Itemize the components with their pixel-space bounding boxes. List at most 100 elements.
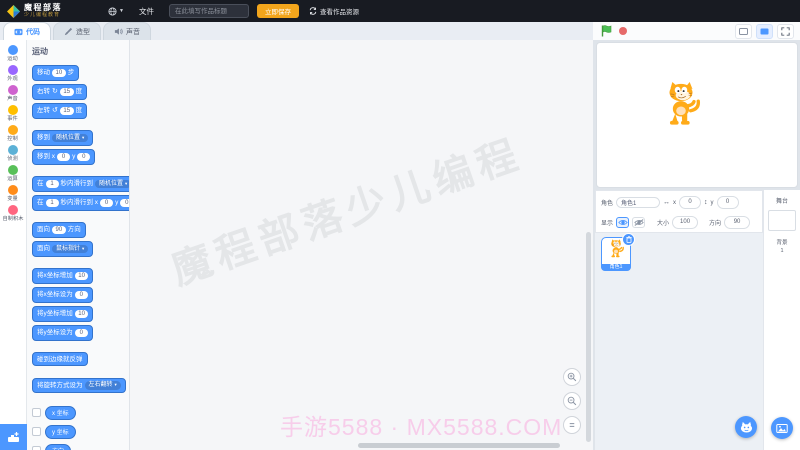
- sprite-card[interactable]: 角色1: [601, 233, 635, 271]
- monitor-reporter-block[interactable]: x 坐标: [45, 405, 76, 420]
- x-axis-icon: ↔: [663, 199, 671, 206]
- fullscreen-button[interactable]: [777, 23, 794, 39]
- block-dropdown[interactable]: 左右翻转 ▾: [84, 381, 121, 390]
- cat-sprite[interactable]: [657, 81, 705, 129]
- monitor-checkbox[interactable]: [32, 427, 41, 436]
- palette-block[interactable]: 面向 90 方向: [32, 222, 86, 238]
- sprite-direction-field[interactable]: 90: [724, 216, 751, 229]
- delete-sprite-button[interactable]: [622, 233, 635, 246]
- sprite-y-field[interactable]: 0: [716, 196, 739, 209]
- fullscreen-icon: [781, 26, 790, 36]
- block-number-input[interactable]: 1: [45, 179, 59, 188]
- monitor-reporter-block[interactable]: y 坐标: [45, 424, 76, 439]
- block-number-input[interactable]: 0: [100, 198, 114, 207]
- tab-sounds[interactable]: 声音: [103, 22, 151, 40]
- block-number-input[interactable]: 0: [120, 198, 129, 207]
- palette-block[interactable]: 面向 鼠标指针 ▾: [32, 241, 94, 257]
- block-number-input[interactable]: 0: [57, 152, 71, 161]
- category-item[interactable]: 事件: [7, 105, 18, 122]
- large-stage-button[interactable]: [756, 23, 773, 39]
- category-item[interactable]: 控制: [7, 125, 18, 142]
- palette-block[interactable]: 将x坐标增加 10: [32, 268, 94, 284]
- palette-block[interactable]: 将y坐标设为 0: [32, 325, 93, 341]
- category-label: 运算: [7, 176, 19, 182]
- horizontal-scrollbar[interactable]: [358, 443, 560, 448]
- block-text: 方向: [67, 226, 81, 234]
- small-stage-icon: [739, 27, 748, 35]
- green-flag-button[interactable]: [601, 25, 612, 37]
- category-item[interactable]: 自制积木: [2, 205, 24, 222]
- code-workspace[interactable]: 魔程部落少儿编程 手游5588 · MX5588.COM: [130, 40, 593, 450]
- save-button[interactable]: 立即保存: [256, 4, 299, 18]
- language-selector[interactable]: ▼: [108, 6, 124, 16]
- x-label: x: [673, 199, 677, 206]
- sprite-x-field[interactable]: 0: [679, 196, 702, 209]
- project-title-input[interactable]: [168, 4, 249, 18]
- sprite-size-field[interactable]: 100: [672, 216, 699, 229]
- block-number-input[interactable]: 0: [77, 152, 91, 161]
- category-item[interactable]: 侦测: [7, 145, 18, 162]
- block-number-input[interactable]: 0: [74, 328, 88, 337]
- monitor-checkbox[interactable]: [32, 446, 41, 450]
- block-number-input[interactable]: 10: [74, 309, 89, 318]
- block-number-input[interactable]: 10: [52, 68, 66, 77]
- block-number-input[interactable]: 15: [59, 106, 74, 115]
- chevron-down-icon: ▾: [82, 245, 85, 251]
- stop-button[interactable]: [619, 27, 627, 35]
- category-item[interactable]: 声音: [7, 85, 18, 102]
- palette-block[interactable]: 右转 ↻ 15 度: [32, 84, 88, 100]
- palette-block[interactable]: 将x坐标设为 0: [32, 287, 93, 303]
- category-item[interactable]: 变量: [7, 185, 18, 202]
- palette-block[interactable]: 将旋转方式设为 左右翻转 ▾: [32, 377, 126, 393]
- sprite-name-input[interactable]: [616, 197, 661, 208]
- monitor-checkbox[interactable]: [32, 408, 41, 417]
- chevron-down-icon: ▾: [82, 134, 85, 140]
- block-dropdown[interactable]: 鼠标指针 ▾: [52, 244, 89, 253]
- tab-sounds-label: 声音: [126, 28, 140, 36]
- add-backdrop-button[interactable]: [771, 417, 793, 439]
- palette-block[interactable]: 在 1 秒内滑行到 x0y0: [32, 195, 129, 211]
- block-dropdown[interactable]: 随机位置 ▾: [52, 133, 89, 142]
- add-sprite-button[interactable]: [735, 416, 757, 438]
- block-number-input[interactable]: 0: [74, 290, 88, 299]
- palette-block[interactable]: 移到 x0y0: [32, 149, 96, 165]
- palette-block[interactable]: 移动 10 步: [32, 65, 80, 81]
- tab-code[interactable]: 代码: [3, 22, 51, 40]
- size-label: 大小: [657, 221, 670, 227]
- category-item[interactable]: 运算: [7, 165, 18, 182]
- view-resources-link[interactable]: 查看作品资源: [309, 6, 359, 16]
- block-text: y: [115, 199, 119, 207]
- category-item[interactable]: 运动: [7, 45, 18, 62]
- vertical-scrollbar[interactable]: [586, 232, 591, 442]
- refresh-icon: [309, 7, 317, 15]
- monitor-reporter-block[interactable]: 方向: [45, 443, 72, 450]
- show-sprite-button[interactable]: [616, 217, 630, 228]
- palette-monitors: x 坐标 y 坐标 方向: [32, 405, 129, 450]
- block-number-input[interactable]: 15: [59, 87, 74, 96]
- zoom-reset-button[interactable]: [563, 416, 581, 434]
- block-text: 在: [37, 180, 44, 188]
- stage-selector[interactable]: 舞台 背景 1: [763, 190, 800, 450]
- palette-block[interactable]: 将y坐标增加 10: [32, 306, 94, 322]
- block-text: 将旋转方式设为: [37, 381, 83, 389]
- block-number-input[interactable]: 1: [45, 198, 59, 207]
- add-backdrop-icon: [776, 423, 788, 433]
- logo-icon: [7, 4, 20, 18]
- tab-costumes[interactable]: 造型: [53, 22, 101, 40]
- small-stage-button[interactable]: [735, 23, 752, 39]
- file-menu[interactable]: 文件: [139, 6, 154, 17]
- palette-block[interactable]: 移到 随机位置 ▾: [32, 130, 94, 146]
- hide-sprite-button[interactable]: [632, 217, 646, 228]
- palette-block[interactable]: 在 1 秒内滑行到 随机位置 ▾: [32, 176, 129, 192]
- zoom-in-button[interactable]: [563, 368, 581, 386]
- block-text: 移到: [37, 134, 50, 142]
- zoom-out-button[interactable]: [563, 392, 581, 410]
- block-number-input[interactable]: 10: [74, 271, 89, 280]
- block-dropdown[interactable]: 随机位置 ▾: [95, 179, 129, 188]
- app-logo[interactable]: 魔程部落 少儿编程教育: [7, 4, 62, 18]
- palette-block[interactable]: 左转 ↺ 15 度: [32, 103, 88, 119]
- category-item[interactable]: 外观: [7, 65, 18, 82]
- block-number-input[interactable]: 90: [52, 225, 66, 234]
- palette-block[interactable]: 碰到边缘就反弹: [32, 352, 88, 366]
- add-extension-button[interactable]: [0, 424, 27, 450]
